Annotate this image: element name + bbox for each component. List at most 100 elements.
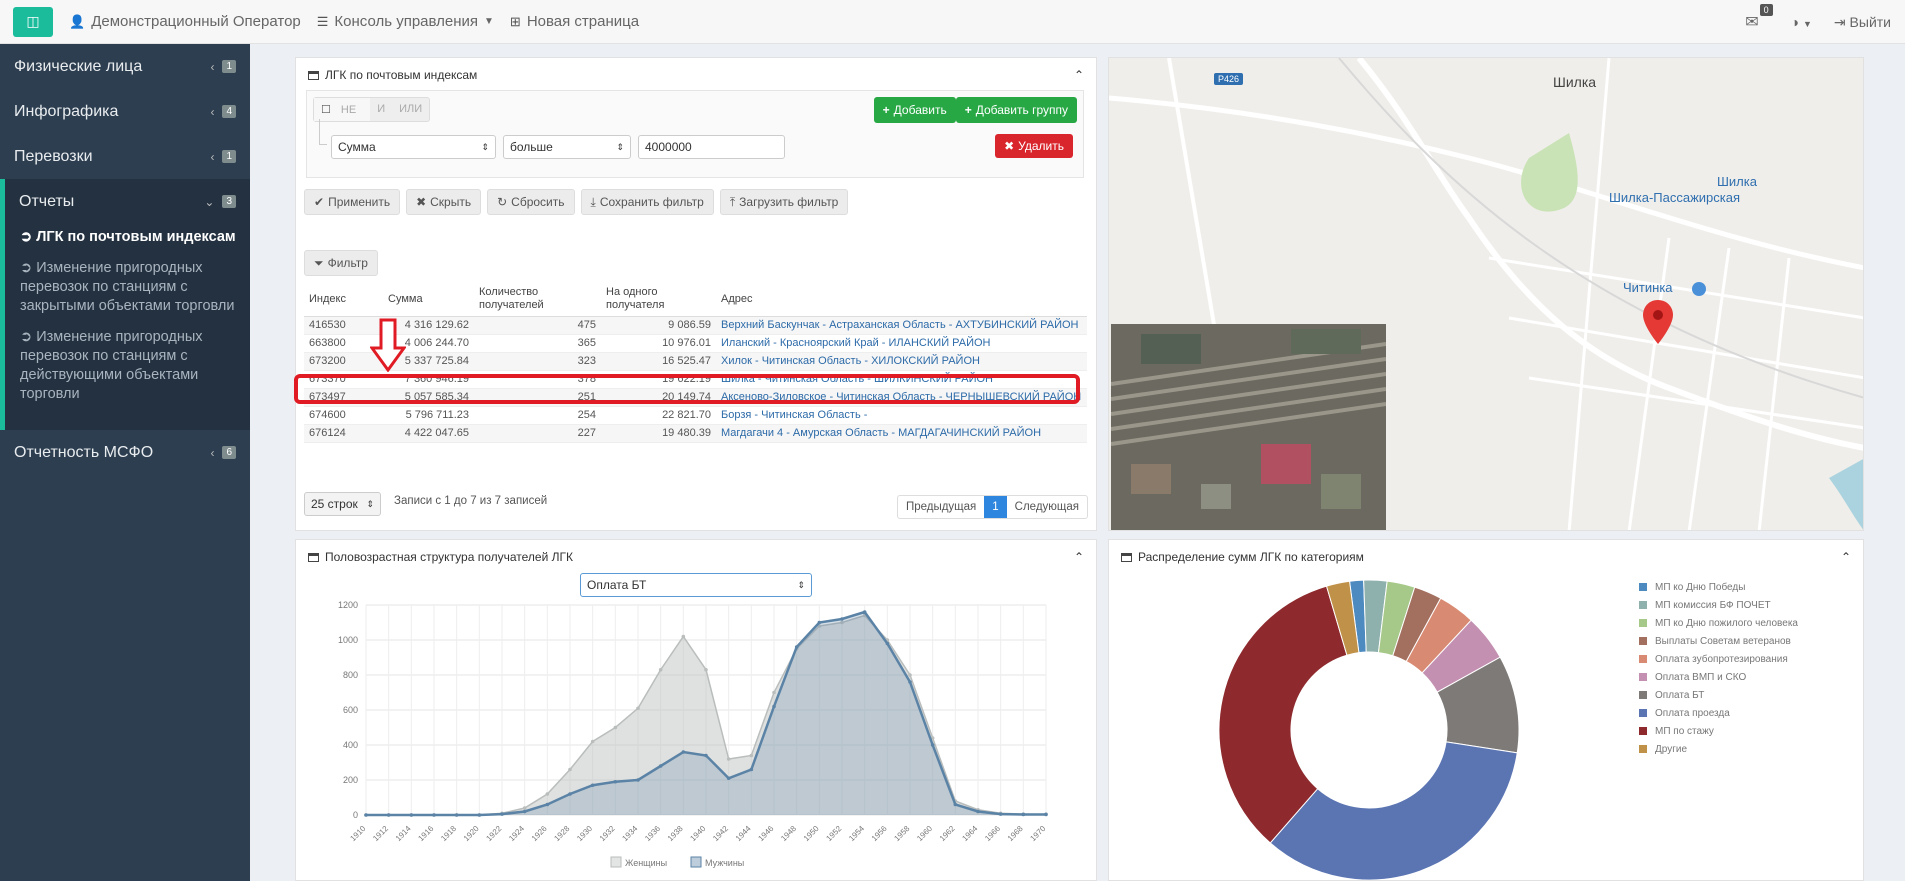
- sidebar-item-reports[interactable]: Отчеты ⌄ 3: [5, 179, 250, 224]
- x-tick-label: 1950: [802, 824, 821, 843]
- select-arrows-icon: ⇕: [616, 141, 624, 152]
- page-length-select[interactable]: 25 строк ⇕: [304, 492, 381, 516]
- sidebar-item-individuals[interactable]: Физические лица ‹ 1: [0, 44, 250, 89]
- satellite-inset[interactable]: [1111, 324, 1386, 530]
- sidebar-item-ifrs[interactable]: Отчетность МСФО ‹ 6: [0, 430, 250, 475]
- table-row[interactable]: 663800 4 006 244.70 365 10 976.01 Иланский -…: [304, 334, 1087, 353]
- operator-select[interactable]: больше ⇕: [503, 135, 631, 159]
- prev-page-button[interactable]: Предыдущая: [898, 496, 984, 518]
- reset-button[interactable]: ↻ Сбросить: [487, 189, 575, 215]
- data-point: [658, 764, 663, 768]
- y-tick-label: 200: [343, 775, 358, 785]
- cell-value: 674600: [309, 409, 346, 421]
- mail-button[interactable]: ✉ 0: [1745, 4, 1773, 32]
- column-header[interactable]: Количество получателей: [474, 282, 601, 317]
- delete-rule-button[interactable]: ✖ Удалить: [995, 134, 1073, 158]
- logic-and[interactable]: И: [370, 98, 392, 121]
- table-row[interactable]: 673200 5 337 725.84 323 16 525.47 Хилок - Чи…: [304, 352, 1087, 371]
- top-bar: ◫ 👤 Демонстрационный Оператор ☰ Консоль уп…: [0, 0, 1905, 44]
- apply-button[interactable]: ✔ Применить: [304, 189, 401, 215]
- collapse-icon[interactable]: ⌃: [1074, 550, 1084, 564]
- sidebar-subitem-lgk-postal[interactable]: ➲ ЛГК по почтовым индексам: [20, 228, 236, 247]
- address-link[interactable]: Верхний Баскунчак - Астраханская Область…: [721, 319, 1078, 331]
- sidebar-item-transport[interactable]: Перевозки ‹ 1: [0, 134, 250, 179]
- chevron-down-icon: ⌄: [204, 194, 215, 209]
- legend-item[interactable]: МП ко Дню пожилого человека: [1639, 614, 1798, 632]
- x-tick-label: 1960: [915, 824, 934, 843]
- sidebar-subitem-closed-trade[interactable]: ➲ Изменение пригородных перевозок по ста…: [20, 259, 236, 316]
- legend-item[interactable]: МП комиссия БФ ПОЧЕТ: [1639, 596, 1798, 614]
- sidebar-subitem-active-trade[interactable]: ➲ Изменение пригородных перевозок по ста…: [20, 328, 236, 404]
- y-tick-label: 600: [343, 705, 358, 715]
- value-input[interactable]: 4000000: [638, 135, 785, 159]
- address-link[interactable]: Борзя - Читинская Область -: [721, 409, 867, 421]
- table-row[interactable]: 674600 5 796 711.23 254 22 821.70 Борзя - Чи…: [304, 406, 1087, 425]
- table-cell: 4 422 047.65: [383, 424, 474, 443]
- filter-button[interactable]: ⏷ Фильтр: [304, 250, 378, 276]
- table-row[interactable]: 416530 4 316 129.62 475 9 086.59 Верхний Бас…: [304, 316, 1087, 335]
- place-marker-icon[interactable]: [1692, 282, 1706, 296]
- column-header[interactable]: На одного получателя: [601, 282, 716, 317]
- legend-item[interactable]: Оплата БТ: [1639, 686, 1798, 704]
- cell-value: 676124: [309, 427, 346, 439]
- hide-button[interactable]: ✖ Скрыть: [406, 189, 482, 215]
- x-tick-label: 1924: [507, 824, 526, 843]
- pie-slice[interactable]: [1269, 741, 1518, 880]
- sidebar-toggle-button[interactable]: ◫: [13, 6, 53, 37]
- new-page-link[interactable]: ⊞ Новая страница: [510, 13, 639, 30]
- sidebar-item-infographics[interactable]: Инфографика ‹ 4: [0, 89, 250, 134]
- count-badge: 1: [222, 150, 236, 163]
- logout-button[interactable]: ⇥ Выйти: [1834, 14, 1891, 31]
- page-1-button[interactable]: 1: [984, 496, 1007, 518]
- user-menu[interactable]: 👤 Демонстрационный Оператор: [69, 13, 301, 30]
- legend-label: МП ко Дню пожилого человека: [1655, 617, 1798, 629]
- next-page-button[interactable]: Следующая: [1007, 496, 1087, 518]
- data-point: [1021, 812, 1026, 817]
- map-pin-icon[interactable]: [1643, 300, 1673, 344]
- legend-item[interactable]: Выплаты Советам ветеранов: [1639, 632, 1798, 650]
- theme-toggle[interactable]: ◑ ▼: [1791, 14, 1812, 30]
- table-cell: 323: [474, 352, 601, 371]
- add-rule-button[interactable]: + Добавить: [873, 97, 956, 123]
- legend-item[interactable]: Другие: [1639, 740, 1798, 758]
- cell-value: 416530: [309, 319, 346, 331]
- collapse-icon[interactable]: ⌃: [1074, 68, 1084, 82]
- x-tick-label: 1930: [575, 824, 594, 843]
- table-row[interactable]: 676124 4 422 047.65 227 19 480.39 Магдагачи …: [304, 424, 1087, 443]
- map-panel[interactable]: Р426 Шилка Шилка Шилка-Пассажирская Чити…: [1108, 57, 1864, 531]
- count-badge: 3: [222, 195, 236, 208]
- collapse-icon[interactable]: ⌃: [1841, 550, 1851, 564]
- legend-item[interactable]: Оплата зубопротезирования: [1639, 650, 1798, 668]
- save-filter-button[interactable]: ⤓ Сохранить фильтр: [580, 189, 714, 215]
- category-select[interactable]: Оплата БТ ⇕: [580, 573, 812, 597]
- console-menu[interactable]: ☰ Консоль управления ▼: [317, 13, 494, 30]
- data-point: [749, 767, 754, 772]
- road-label: Р426: [1214, 73, 1244, 85]
- x-tick-label: 1954: [847, 824, 866, 843]
- legend-item[interactable]: МП по стажу: [1639, 722, 1798, 740]
- legend-item[interactable]: Оплата проезда: [1639, 704, 1798, 722]
- address-link[interactable]: Хилок - Читинская Область - ХИЛОКСКИЙ РА…: [721, 355, 980, 367]
- age-area-chart: 0 200 400 600 800 1000 1200 1910 1912 1914 1916 191…: [338, 600, 1048, 868]
- x-tick-label: 1944: [734, 824, 753, 843]
- data-point: [794, 645, 799, 649]
- column-header[interactable]: Сумма: [383, 282, 474, 317]
- logic-or[interactable]: ИЛИ: [392, 98, 429, 121]
- legend-item[interactable]: Оплата ВМП и СКО: [1639, 668, 1798, 686]
- legend-item[interactable]: МП ко Дню Победы: [1639, 578, 1798, 596]
- caret-down-icon: ▼: [1803, 19, 1812, 29]
- load-filter-button[interactable]: ⤒ Загрузить фильтр: [719, 189, 849, 215]
- address-link[interactable]: Иланский - Красноярский Край - ИЛАНСКИЙ …: [721, 337, 991, 349]
- x-tick-label: 1940: [688, 824, 707, 843]
- chevron-left-icon: ‹: [210, 445, 215, 460]
- address-link[interactable]: Магдагачи 4 - Амурская Область - МАГДАГА…: [721, 427, 1041, 439]
- add-group-button[interactable]: + Добавить группу: [955, 97, 1077, 123]
- x-tick-label: 1922: [484, 824, 503, 843]
- logic-not[interactable]: ☐ НЕ: [314, 98, 371, 121]
- table-cell: Хилок - Читинская Область - ХИЛОКСКИЙ РА…: [716, 352, 1087, 371]
- column-header[interactable]: Адрес: [716, 282, 1087, 317]
- count-badge: 1: [222, 60, 236, 73]
- column-header[interactable]: Индекс: [304, 282, 383, 317]
- legend-swatch: [1639, 745, 1647, 753]
- field-select[interactable]: Сумма ⇕: [331, 135, 496, 159]
